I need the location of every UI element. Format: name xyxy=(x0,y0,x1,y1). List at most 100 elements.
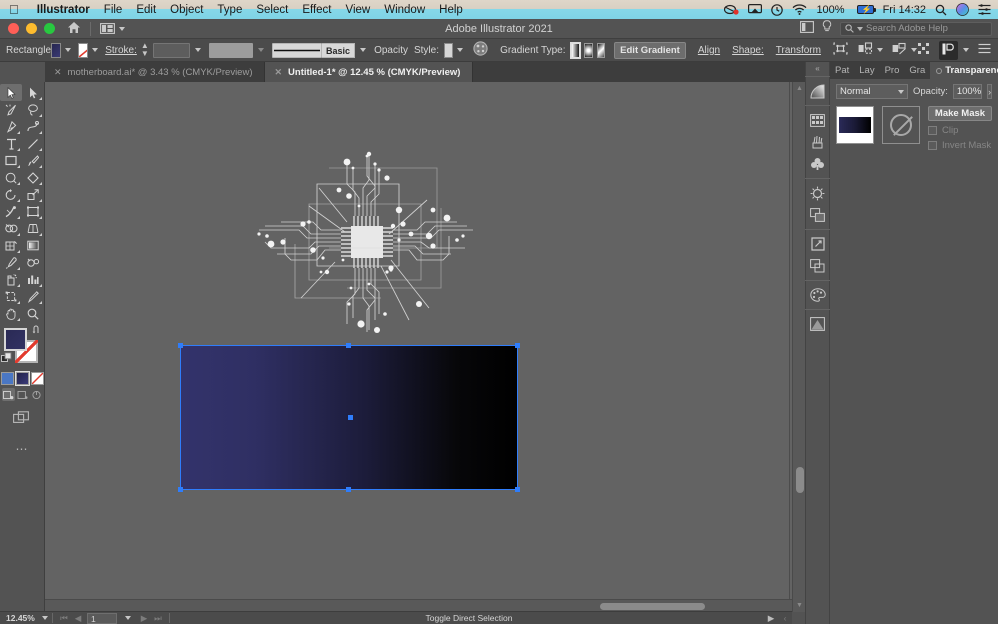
slice-tool[interactable] xyxy=(22,288,44,305)
fill-swatch[interactable] xyxy=(51,43,61,58)
battery-icon[interactable]: ⚡ xyxy=(854,5,874,14)
rectangle-tool[interactable] xyxy=(0,152,22,169)
menu-item-view[interactable]: View xyxy=(339,4,378,16)
eyedropper-tool[interactable] xyxy=(0,254,22,271)
artboard-chevron-down-icon[interactable] xyxy=(125,616,131,620)
last-artboard-icon[interactable]: ⏭ xyxy=(151,613,165,624)
color-swatch[interactable] xyxy=(1,372,14,385)
fill-chevron-down-icon[interactable] xyxy=(65,48,71,52)
panel-tab-pattern[interactable]: Pat xyxy=(830,62,854,79)
invert-mask-checkbox-row[interactable]: Invert Mask xyxy=(928,140,992,151)
color-panel-icon[interactable] xyxy=(807,284,828,306)
pathfinder-panel-icon[interactable] xyxy=(807,255,828,277)
menu-item-help[interactable]: Help xyxy=(432,4,470,16)
menu-item-select[interactable]: Select xyxy=(249,4,295,16)
style-label[interactable]: Style: xyxy=(414,45,439,56)
change-screen-mode-icon[interactable] xyxy=(13,411,31,430)
full-screen-mode-icon[interactable] xyxy=(30,388,43,401)
menu-item-window[interactable]: Window xyxy=(377,4,432,16)
draw-mode-icon[interactable] xyxy=(939,41,958,60)
horizontal-scroll-thumb[interactable] xyxy=(600,603,705,610)
free-transform-tool[interactable] xyxy=(22,203,44,220)
stroke-profile-label[interactable]: Basic xyxy=(322,43,355,58)
siri-icon[interactable] xyxy=(956,3,969,16)
brushes-panel-icon[interactable] xyxy=(807,131,828,153)
width-profile-chevron-down-icon[interactable] xyxy=(258,48,264,52)
close-icon[interactable]: ✕ xyxy=(54,67,62,78)
curvature-tool[interactable] xyxy=(22,118,44,135)
selection-handle[interactable] xyxy=(515,487,520,492)
stroke-weight-chevron-down-icon[interactable] xyxy=(195,48,201,52)
column-graph-tool[interactable] xyxy=(22,271,44,288)
opacity-label[interactable]: Opacity xyxy=(374,45,408,56)
screen-record-icon[interactable] xyxy=(724,4,739,15)
perspective-grid-tool[interactable] xyxy=(22,220,44,237)
hand-tool[interactable] xyxy=(0,305,22,322)
eraser-tool[interactable] xyxy=(22,169,44,186)
panel-tab-layers[interactable]: Lay xyxy=(854,62,879,79)
blend-tool[interactable] xyxy=(22,254,44,271)
selection-handle[interactable] xyxy=(178,343,183,348)
menu-item-type[interactable]: Type xyxy=(210,4,249,16)
distribute-chevron-down-icon[interactable] xyxy=(877,48,883,52)
canvas-area[interactable]: ▲ ▼ xyxy=(45,82,805,612)
edit-gradient-button[interactable]: Edit Gradient xyxy=(614,42,686,59)
align-panel-icon[interactable] xyxy=(807,233,828,255)
arrange-objects-icon[interactable] xyxy=(892,42,907,58)
invert-mask-checkbox[interactable] xyxy=(928,141,937,150)
scale-tool[interactable] xyxy=(22,186,44,203)
type-tool[interactable] xyxy=(0,135,22,152)
fill-color-swatch[interactable] xyxy=(4,328,27,351)
motherboard-circuit-artwork[interactable] xyxy=(251,148,481,338)
graphic-style-swatch[interactable] xyxy=(444,43,453,58)
linear-gradient-icon[interactable] xyxy=(571,43,580,58)
mesh-tool[interactable] xyxy=(0,237,22,254)
isolate-selection-icon[interactable] xyxy=(833,42,848,58)
transparency-panel-icon[interactable] xyxy=(807,313,828,335)
mask-thumbnail-empty[interactable] xyxy=(882,106,920,144)
selection-handle[interactable] xyxy=(346,487,351,492)
zoom-chevron-down-icon[interactable] xyxy=(42,616,48,620)
panel-options-icon[interactable] xyxy=(978,43,991,57)
panel-tab-properties[interactable]: Pro xyxy=(880,62,905,79)
object-thumbnail[interactable] xyxy=(836,106,874,144)
object-center-point[interactable] xyxy=(348,415,353,420)
stroke-weight-field[interactable] xyxy=(153,43,190,58)
clip-checkbox-row[interactable]: Clip xyxy=(928,125,992,136)
selection-handle[interactable] xyxy=(515,343,520,348)
symbol-sprayer-tool[interactable] xyxy=(0,271,22,288)
control-center-icon[interactable] xyxy=(978,4,991,15)
radial-gradient-icon[interactable] xyxy=(584,43,593,58)
line-segment-tool[interactable] xyxy=(22,135,44,152)
gradient-tool[interactable] xyxy=(22,237,44,254)
first-artboard-icon[interactable]: ⏮ xyxy=(57,613,71,624)
zoom-tool[interactable] xyxy=(22,305,44,322)
close-icon[interactable]: ✕ xyxy=(274,67,282,78)
gradient-swatch[interactable] xyxy=(16,372,29,385)
menu-item-illustrator[interactable]: Illustrator xyxy=(30,4,97,16)
default-fill-stroke-icon[interactable] xyxy=(1,351,13,369)
variable-width-profile-field[interactable] xyxy=(209,43,253,58)
magic-wand-tool[interactable] xyxy=(0,101,22,118)
none-swatch[interactable] xyxy=(31,372,44,385)
make-mask-button[interactable]: Make Mask xyxy=(928,106,992,121)
wifi-icon[interactable] xyxy=(792,4,807,15)
status-resize-icon[interactable]: ‹ xyxy=(778,613,792,623)
paintbrush-tool[interactable] xyxy=(22,152,44,169)
align-panel-grid-icon[interactable] xyxy=(917,42,930,58)
menu-item-object[interactable]: Object xyxy=(163,4,210,16)
freeform-gradient-icon[interactable] xyxy=(597,43,606,58)
selection-handle[interactable] xyxy=(346,343,351,348)
spotlight-search-icon[interactable] xyxy=(935,4,947,16)
rotate-tool[interactable] xyxy=(0,186,22,203)
transform-button[interactable]: Transform xyxy=(776,45,821,56)
scroll-down-icon[interactable]: ▼ xyxy=(796,602,803,609)
shape-builder-tool[interactable] xyxy=(0,220,22,237)
menu-item-edit[interactable]: Edit xyxy=(129,4,163,16)
stroke-swatch[interactable] xyxy=(78,43,88,58)
stroke-panel-icon[interactable] xyxy=(807,204,828,226)
prev-artboard-icon[interactable]: ◀ xyxy=(71,613,85,624)
collapse-panels-icon[interactable]: « xyxy=(815,62,819,76)
canvas-vertical-scrollbar[interactable]: ▲ ▼ xyxy=(792,82,805,612)
align-button[interactable]: Align xyxy=(698,45,720,56)
